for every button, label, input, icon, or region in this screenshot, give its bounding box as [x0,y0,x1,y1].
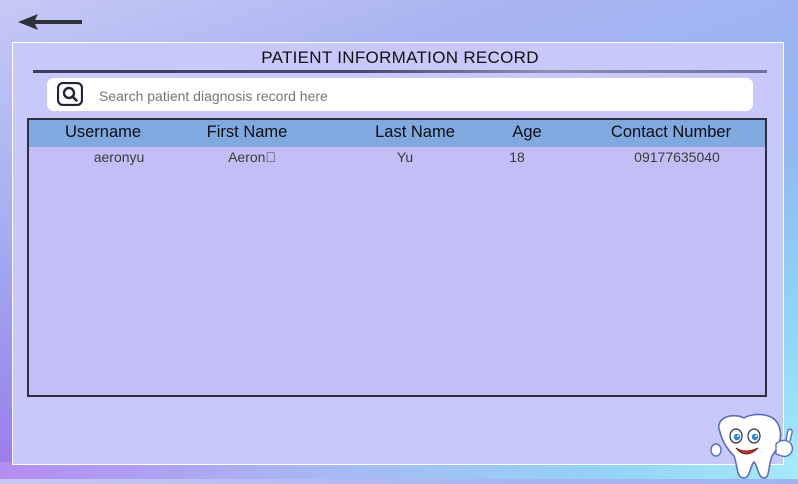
column-header-last-name[interactable]: Last Name [375,123,455,142]
title-divider [33,70,767,73]
column-header-contact-number[interactable]: Contact Number [611,123,731,142]
column-header-first-name[interactable]: First Name [207,123,288,142]
table-header: Username First Name Last Name Age Contac… [29,120,765,147]
cell-last-name: Yu [396,149,414,165]
search-bar [47,78,753,111]
cell-contact-number: 09177635040 [634,149,720,165]
back-button[interactable] [14,10,86,34]
cell-age: 18 [509,149,525,165]
cell-username: aeronyu [93,149,145,165]
arrow-left-icon [18,14,82,30]
page-title: PATIENT INFORMATION RECORD [261,48,539,67]
patient-table: Username First Name Last Name Age Contac… [27,118,767,397]
tooth-mascot-thumbs-up-icon [710,410,798,479]
search-icon[interactable] [56,81,84,107]
cell-first-name: Aeron  [228,149,276,165]
column-header-username[interactable]: Username [65,123,141,142]
search-input[interactable] [97,83,741,109]
column-header-age[interactable]: Age [512,123,541,142]
patient-record-panel: PATIENT INFORMATION RECORD Username Firs… [12,42,784,465]
